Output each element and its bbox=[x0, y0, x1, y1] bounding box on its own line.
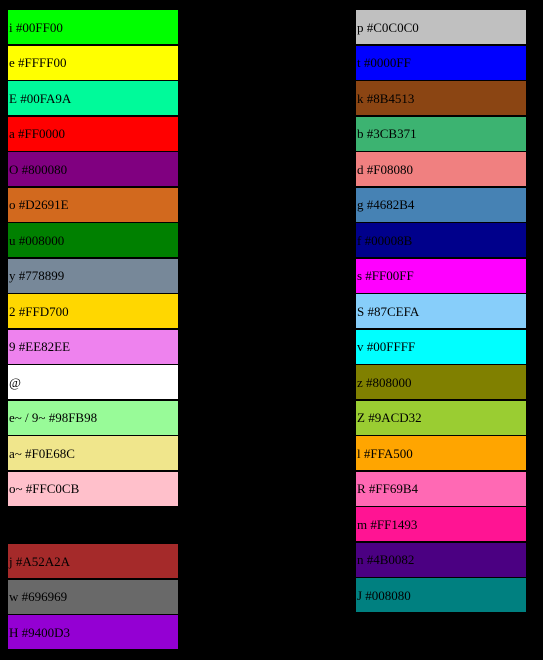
swatch-E: E #00FA9A bbox=[8, 81, 178, 115]
swatch-2: 2 #FFD700 bbox=[8, 294, 178, 328]
swatch-H: H #9400D3 bbox=[8, 615, 178, 649]
swatch-i: i #00FF00 bbox=[8, 10, 178, 44]
swatch-e: e #FFFF00 bbox=[8, 45, 178, 80]
swatch-at: @ bbox=[8, 365, 178, 399]
swatch-J: J #008080 bbox=[356, 578, 526, 612]
swatch-o-tilde: o~ #FFC0CB bbox=[8, 471, 178, 506]
swatch-S: S #87CEFA bbox=[356, 294, 526, 328]
swatch-o: o #D2691E bbox=[8, 187, 178, 222]
swatch-a: a #FF0000 bbox=[8, 116, 178, 151]
right-swatch-column: p #C0C0C0 t #0000FF k #8B4513 b #3CB371 … bbox=[356, 10, 526, 614]
swatch-t: t #0000FF bbox=[356, 45, 526, 80]
swatch-k: k #8B4513 bbox=[356, 81, 526, 115]
left-swatch-column: i #00FF00 e #FFFF00 E #00FA9A a #FF0000 … bbox=[8, 10, 178, 651]
swatch-y: y #778899 bbox=[8, 258, 178, 293]
swatch-l: l #FFA500 bbox=[356, 436, 526, 470]
swatch-Z: Z #9ACD32 bbox=[356, 400, 526, 435]
swatch-g: g #4682B4 bbox=[356, 187, 526, 222]
swatch-s: s #FF00FF bbox=[356, 258, 526, 293]
swatch-9: 9 #EE82EE bbox=[8, 329, 178, 364]
swatch-empty-gap bbox=[8, 507, 178, 543]
swatch-n: n #4B0082 bbox=[356, 542, 526, 577]
swatch-j: j #A52A2A bbox=[8, 544, 178, 578]
swatch-m: m #FF1493 bbox=[356, 507, 526, 541]
swatch-d: d #F08080 bbox=[356, 152, 526, 186]
swatch-e-tilde: e~ / 9~ #98FB98 bbox=[8, 400, 178, 435]
swatch-b: b #3CB371 bbox=[356, 116, 526, 151]
swatch-R: R #FF69B4 bbox=[356, 471, 526, 506]
swatch-f: f #00008B bbox=[356, 223, 526, 257]
swatch-u: u #008000 bbox=[8, 223, 178, 257]
swatch-p: p #C0C0C0 bbox=[356, 10, 526, 44]
swatch-a-tilde: a~ #F0E68C bbox=[8, 436, 178, 470]
swatch-w: w #696969 bbox=[8, 579, 178, 614]
swatch-v: v #00FFFF bbox=[356, 329, 526, 364]
swatch-O: O #800080 bbox=[8, 152, 178, 186]
swatch-z: z #808000 bbox=[356, 365, 526, 399]
